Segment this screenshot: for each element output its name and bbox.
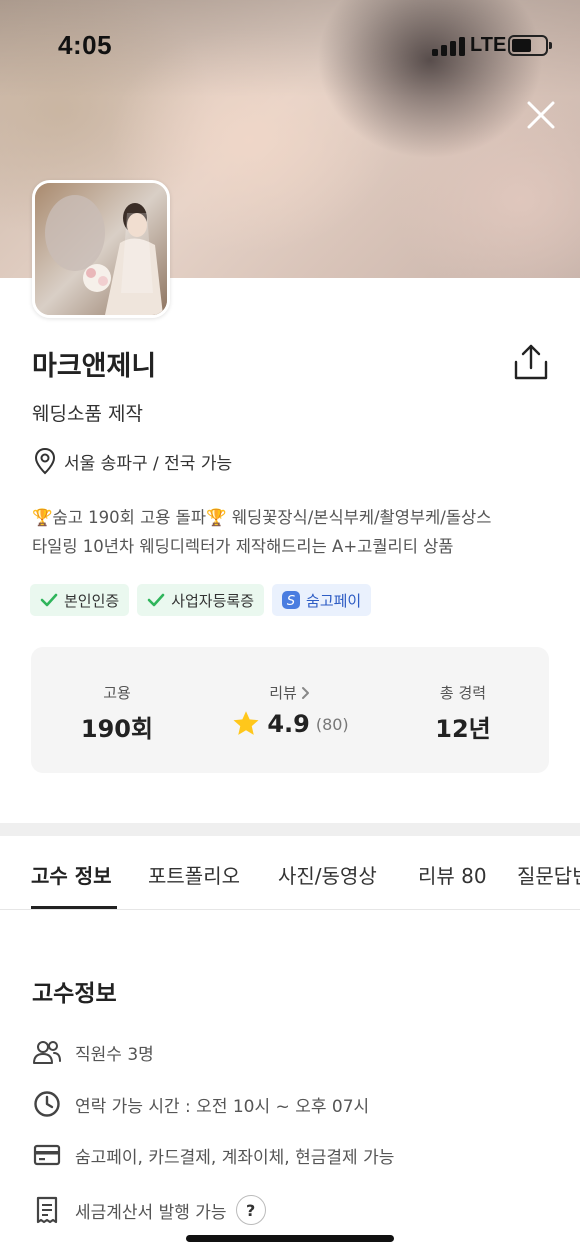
tab-expert-info[interactable]: 고수 정보 [31, 860, 112, 889]
info-row-contact-hours: 연락 가능 시간 : 오전 10시 ~ 오후 07시 [32, 1089, 369, 1119]
status-time: 4:05 [58, 30, 113, 60]
profile-intro: 🏆숨고 190회 고용 돌파🏆 웨딩꽃장식/본식부케/촬영부케/돌상스 타일링 … [32, 503, 552, 561]
stats-card: 고용 190회 리뷰 4.9 (80) 총 경력 12년 [31, 647, 549, 773]
info-text: 연락 가능 시간 : 오전 10시 ~ 오후 07시 [75, 1096, 370, 1117]
badge-label: 본인인증 [64, 591, 120, 610]
help-button[interactable]: ? [235, 1195, 266, 1225]
info-row-payment: 숨고페이, 카드결제, 계좌이체, 현금결제 가능 [32, 1140, 394, 1170]
section-divider [0, 823, 580, 836]
stat-review-rating: 4.9 [267, 710, 310, 738]
stat-career: 총 경력 12년 [377, 647, 549, 773]
stat-hire-label: 고용 [103, 684, 131, 702]
stat-career-label: 총 경력 [439, 684, 487, 702]
battery-icon [508, 35, 552, 56]
battery-fill [512, 39, 531, 52]
close-icon [527, 101, 555, 129]
location-pin-icon [34, 447, 56, 475]
intro-line-2: 타일링 10년차 웨딩디렉터가 제작해드리는 A+고퀄리티 상품 [32, 537, 454, 556]
active-tab-indicator [31, 906, 117, 909]
chevron-right-icon [301, 686, 309, 699]
card-icon [32, 1140, 62, 1170]
avatar[interactable] [32, 180, 170, 318]
intro-line-1: 🏆숨고 190회 고용 돌파🏆 웨딩꽃장식/본식부케/촬영부케/돌상스 [32, 508, 492, 527]
profile-category: 웨딩소품 제작 [32, 403, 143, 425]
location-text: 서울 송파구 / 전국 가능 [64, 453, 233, 474]
stat-review[interactable]: 리뷰 4.9 (80) [204, 647, 376, 773]
info-row-tax-invoice: 세금계산서 발행 가능 ? [32, 1195, 266, 1225]
section-title: 고수정보 [32, 981, 117, 1007]
tab-bar: 고수 정보 포트폴리오 사진/동영상 리뷰 80 질문답변 [0, 836, 580, 910]
stat-review-label: 리뷰 [269, 684, 297, 702]
info-row-staff: 직원수 3명 [32, 1037, 154, 1067]
tab-portfolio[interactable]: 포트폴리오 [148, 860, 240, 889]
badge-business-registered: 사업자등록증 [137, 584, 265, 616]
close-button[interactable] [522, 96, 560, 134]
share-button[interactable] [510, 342, 552, 382]
stat-review-count: (80) [315, 714, 349, 734]
info-text: 세금계산서 발행 가능 [75, 1202, 227, 1223]
profile-name: 마크앤제니 [32, 351, 157, 382]
check-icon [147, 593, 165, 607]
soomgo-pay-icon: S [282, 591, 301, 609]
tab-qna[interactable]: 질문답변 [517, 860, 580, 889]
verification-badges: 본인인증 사업자등록증 S 숨고페이 [30, 584, 372, 616]
badge-label: 사업자등록증 [171, 591, 255, 610]
avatar-photo-image [35, 183, 167, 315]
clock-icon [32, 1089, 62, 1119]
badge-identity-verified: 본인인증 [30, 584, 130, 616]
stat-hire: 고용 190회 [31, 647, 203, 773]
star-icon [233, 711, 259, 735]
home-indicator [186, 1235, 394, 1242]
tab-reviews[interactable]: 리뷰 80 [418, 860, 487, 889]
receipt-icon [32, 1195, 62, 1225]
svg-text:S: S [287, 594, 295, 609]
people-icon [32, 1037, 62, 1067]
location-row: 서울 송파구 / 전국 가능 [32, 446, 232, 476]
stat-career-value: 12년 [435, 715, 491, 743]
share-icon [514, 344, 548, 380]
info-text: 숨고페이, 카드결제, 계좌이체, 현금결제 가능 [75, 1147, 395, 1168]
status-bar: 4:05 LTE [0, 0, 580, 92]
info-text: 직원수 3명 [75, 1044, 154, 1065]
stat-hire-value: 190회 [80, 715, 154, 743]
signal-icon [432, 36, 466, 56]
badge-label: 숨고페이 [306, 591, 362, 610]
badge-soomgo-pay: S 숨고페이 [272, 584, 372, 616]
check-icon [40, 593, 58, 607]
tab-photos-videos[interactable]: 사진/동영상 [278, 860, 377, 889]
network-label: LTE [470, 34, 507, 56]
